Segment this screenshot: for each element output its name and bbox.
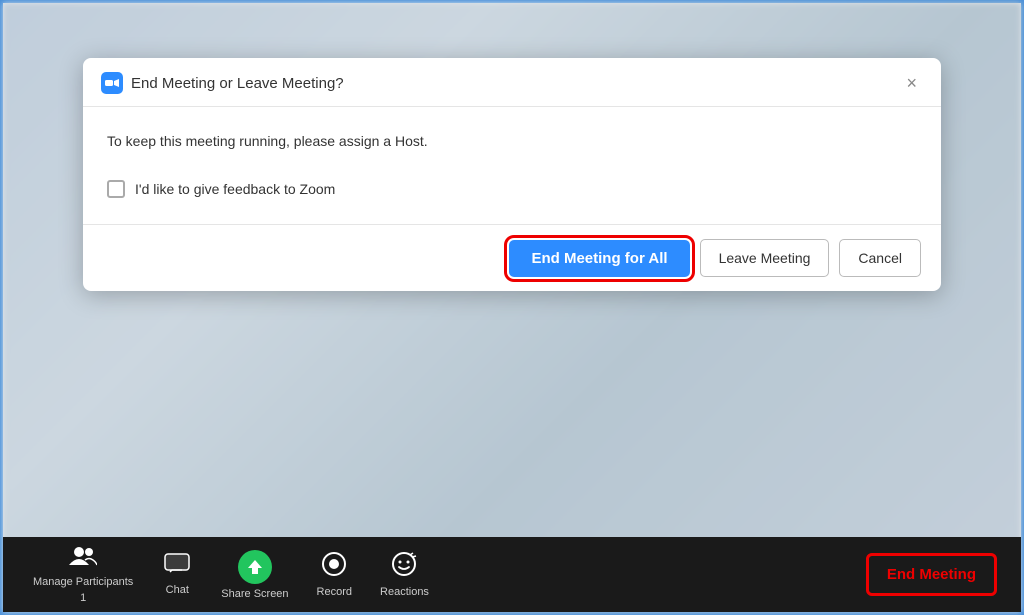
record-icon [321,551,347,582]
cancel-button[interactable]: Cancel [839,239,921,277]
feedback-checkbox[interactable] [107,180,125,198]
share-screen-icon [238,550,272,584]
feedback-checkbox-row: I'd like to give feedback to Zoom [107,180,917,198]
chat-svg [164,553,190,575]
toolbar-item-reactions[interactable]: Reactions [366,545,443,604]
toolbar-item-participants[interactable]: Manage Participants 1 [19,539,147,610]
share-screen-svg [246,558,264,576]
end-meeting-for-all-button[interactable]: End Meeting for All [509,240,689,277]
dialog-title-row: End Meeting or Leave Meeting? [101,72,344,94]
participants-label: Manage Participants [33,576,133,588]
dialog-body: To keep this meeting running, please ass… [83,107,941,224]
participants-svg [69,545,97,567]
share-screen-label: Share Screen [221,588,288,600]
dialog-header: End Meeting or Leave Meeting? × [83,58,941,107]
dialog-footer: End Meeting for All Leave Meeting Cancel [83,224,941,291]
dialog-title: End Meeting or Leave Meeting? [131,75,344,92]
participants-count: 1 [80,592,86,604]
reactions-svg [391,551,417,577]
end-meeting-button[interactable]: End Meeting [866,553,997,596]
zoom-logo-icon [101,72,123,94]
dialog: End Meeting or Leave Meeting? × To keep … [83,58,941,291]
zoom-logo-svg [104,75,120,91]
toolbar-item-share-screen[interactable]: Share Screen [207,544,302,606]
chat-icon [164,553,190,580]
dialog-message: To keep this meeting running, please ass… [107,131,917,152]
leave-meeting-button[interactable]: Leave Meeting [700,239,830,277]
feedback-checkbox-label: I'd like to give feedback to Zoom [135,181,335,197]
toolbar-item-record[interactable]: Record [303,545,366,604]
reactions-label: Reactions [380,586,429,598]
toolbar-item-chat[interactable]: Chat [147,547,207,602]
chat-label: Chat [166,584,189,596]
toolbar: Manage Participants 1 Chat Share Screen [3,537,1021,612]
close-button[interactable]: × [900,72,923,94]
participants-icon [69,545,97,572]
record-label: Record [317,586,352,598]
record-svg [321,551,347,577]
reactions-icon [391,551,417,582]
